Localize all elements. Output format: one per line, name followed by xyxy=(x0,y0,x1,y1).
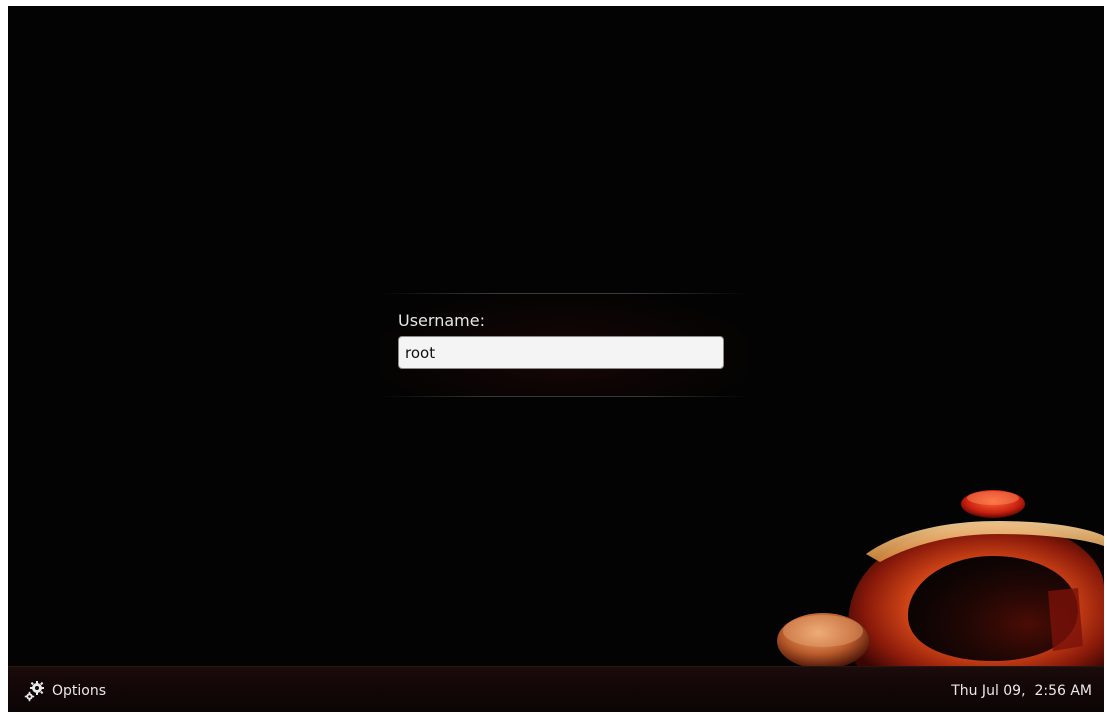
username-label: Username: xyxy=(398,311,485,330)
options-button[interactable]: Options xyxy=(24,680,106,702)
bottom-panel: Options Thu Jul 09, 2:56 AM xyxy=(8,666,1104,712)
ubuntu-logo xyxy=(777,490,1104,676)
clock: Thu Jul 09, 2:56 AM xyxy=(951,683,1092,699)
options-label: Options xyxy=(52,683,107,699)
login-panel: Username: xyxy=(380,293,748,397)
username-input[interactable] xyxy=(398,336,724,369)
panel-divider-bottom xyxy=(380,396,748,397)
gear-icon xyxy=(24,680,46,702)
login-screen: Username: root Options Thu Jul 09, 2:56 … xyxy=(8,6,1104,712)
panel-divider-top xyxy=(380,293,748,294)
